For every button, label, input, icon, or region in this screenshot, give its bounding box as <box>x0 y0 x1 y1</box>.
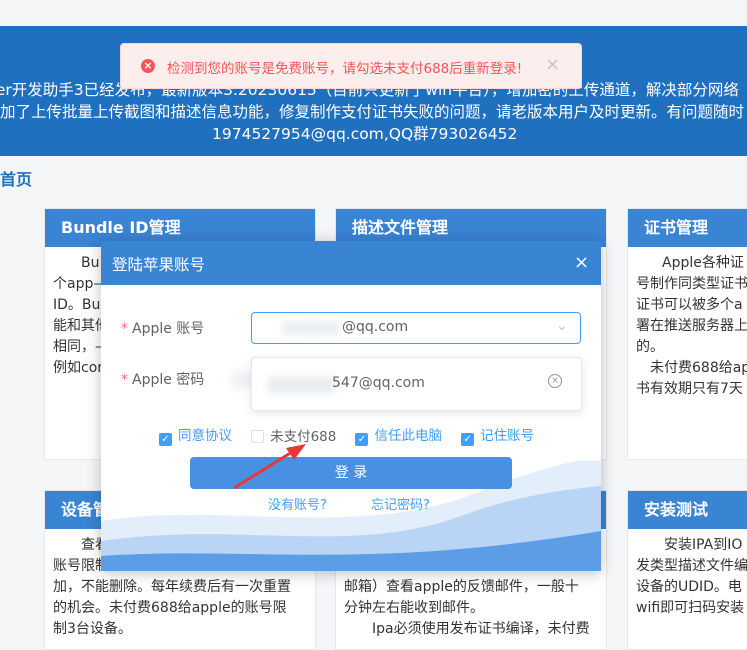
masked-text <box>282 321 340 335</box>
masked-text <box>268 377 334 393</box>
agree-label: 同意协议 <box>178 428 232 444</box>
checkmark-icon: ✓ <box>159 433 172 446</box>
apple-account-label-text: Apple 账号 <box>132 321 205 337</box>
error-alert: × 检测到您的账号是免费账号，请勾选未支付688后重新登录! × <box>120 43 582 89</box>
annotation-arrow-icon <box>233 444 306 490</box>
agree-checkbox[interactable]: ✓ 同意协议 <box>159 424 232 446</box>
account-dropdown[interactable]: 547@qq.com × <box>251 357 582 411</box>
forgot-password-link[interactable]: 忘记密码? <box>371 494 430 513</box>
login-dialog: 登陆苹果账号 × * Apple 账号 @qq.com ⌄ * Apple 密码 5… <box>101 241 601 571</box>
remember-account-label: 记住账号 <box>480 428 535 444</box>
checkmark-icon: ✓ <box>355 433 369 446</box>
error-icon: × <box>141 59 155 73</box>
dialog-close-icon[interactable]: × <box>574 252 589 273</box>
apple-account-value: @qq.com <box>342 319 409 335</box>
clear-icon[interactable]: × <box>548 374 562 388</box>
apple-account-select[interactable]: @qq.com ⌄ <box>251 312 581 344</box>
no-account-link[interactable]: 没有账号? <box>268 494 327 513</box>
login-dialog-title: 登陆苹果账号 <box>112 256 206 274</box>
apple-password-label-text: Apple 密码 <box>132 372 205 388</box>
apple-account-label: * Apple 账号 <box>121 321 205 337</box>
remember-account-checkbox[interactable]: ✓ 记住账号 <box>461 424 534 446</box>
apple-password-label: * Apple 密码 <box>121 372 205 388</box>
checkmark-icon: ✓ <box>461 433 475 446</box>
error-message: 检测到您的账号是免费账号，请勾选未支付688后重新登录! <box>167 61 523 77</box>
login-dialog-header: 登陆苹果账号 × <box>101 241 601 285</box>
chevron-down-icon[interactable]: ⌄ <box>556 318 568 334</box>
trust-computer-label: 信任此电脑 <box>374 428 442 444</box>
trust-computer-checkbox[interactable]: ✓ 信任此电脑 <box>355 424 442 446</box>
login-options: ✓ 同意协议 未支付688 ✓ 信任此电脑 ✓ 记住账号 <box>159 424 548 446</box>
alert-close-icon[interactable]: × <box>545 54 560 75</box>
account-option[interactable]: 547@qq.com <box>332 375 425 391</box>
